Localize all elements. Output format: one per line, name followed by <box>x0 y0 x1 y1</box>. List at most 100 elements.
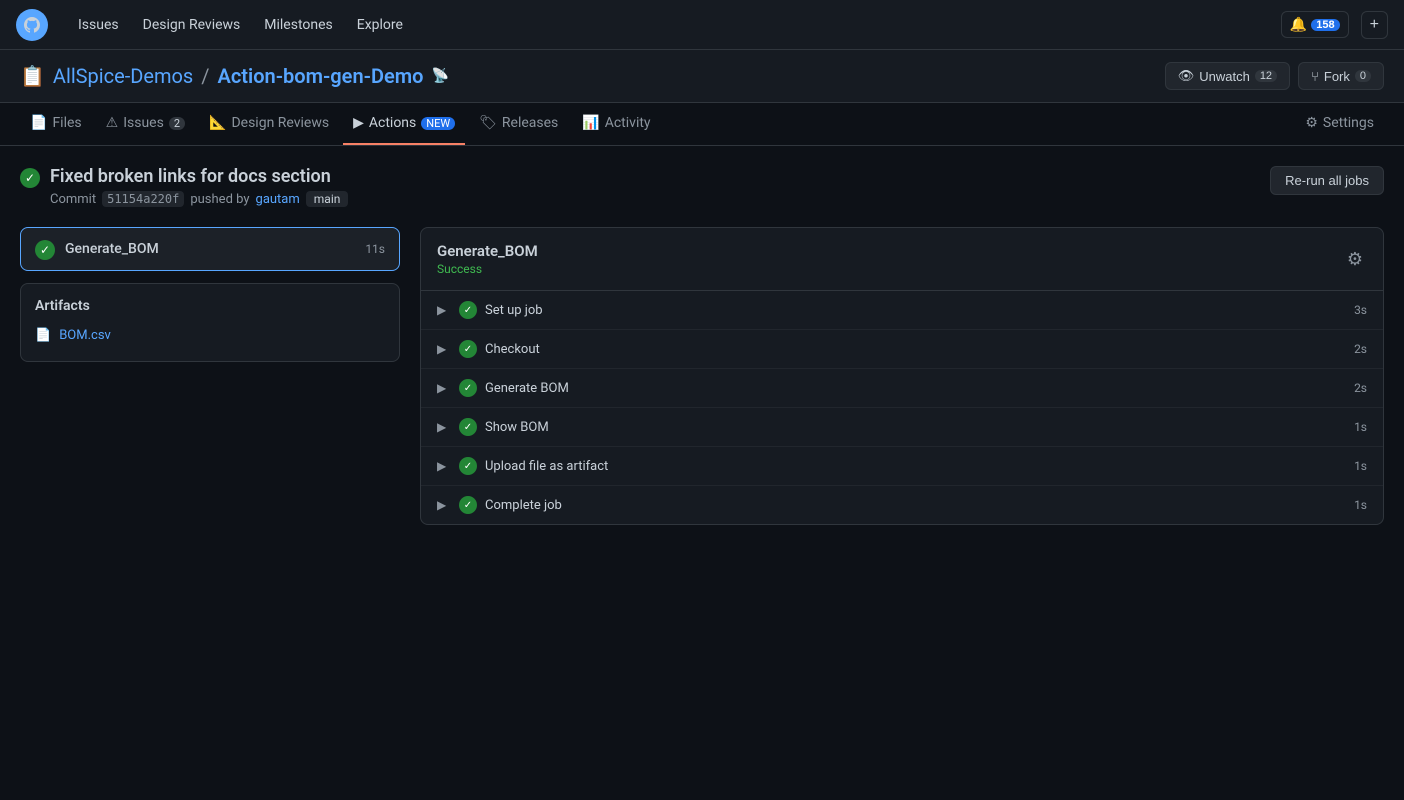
unwatch-button[interactable]: 👁 Unwatch 12 <box>1165 62 1290 90</box>
repo-owner-link[interactable]: AllSpice-Demos <box>53 64 193 88</box>
commit-label: Commit <box>50 192 96 207</box>
step-name-show-bom: Show BOM <box>485 420 1346 435</box>
panel-settings-button[interactable]: ⚙ <box>1343 245 1367 274</box>
repo-header: 📋 AllSpice-Demos / Action-bom-gen-Demo 📡… <box>0 50 1404 103</box>
workflow-title: Fixed broken links for docs section <box>50 166 348 187</box>
bell-icon: 🔔 <box>1290 16 1307 33</box>
step-chevron-icon: ▶ <box>437 459 451 473</box>
tab-activity-label: Activity <box>605 115 651 131</box>
step-row-set-up-job[interactable]: ▶ ✓ Set up job 3s <box>421 291 1383 330</box>
job-name: Generate_BOM <box>65 241 355 257</box>
new-item-button[interactable]: + <box>1361 11 1388 39</box>
author-link[interactable]: gautam <box>256 192 300 207</box>
step-duration-upload-file: 1s <box>1354 459 1367 473</box>
job-item-generate-bom[interactable]: ✓ Generate_BOM 11s <box>20 227 400 271</box>
tab-issues[interactable]: ⚠ Issues 2 <box>96 103 195 145</box>
workflow-status-icon: ✓ <box>20 168 40 188</box>
nav-milestones[interactable]: Milestones <box>254 11 343 39</box>
job-status-icon: ✓ <box>35 240 55 260</box>
nav-design-reviews[interactable]: Design Reviews <box>133 11 251 39</box>
main-layout: ✓ Generate_BOM 11s Artifacts 📄 BOM.csv G… <box>20 227 1384 525</box>
feed-icon: 📡 <box>431 68 448 84</box>
job-duration: 11s <box>365 242 385 256</box>
step-chevron-icon: ▶ <box>437 498 451 512</box>
workflow-meta: Commit 51154a220f pushed by gautam main <box>50 191 348 207</box>
left-panel: ✓ Generate_BOM 11s Artifacts 📄 BOM.csv <box>20 227 400 525</box>
step-row-generate-bom[interactable]: ▶ ✓ Generate BOM 2s <box>421 369 1383 408</box>
branch-badge: main <box>306 191 349 207</box>
notifications-button[interactable]: 🔔 158 <box>1281 11 1349 38</box>
step-chevron-icon: ▶ <box>437 303 451 317</box>
workflow-title-section: ✓ Fixed broken links for docs section Co… <box>20 166 348 207</box>
step-success-icon: ✓ <box>459 496 477 514</box>
step-duration-show-bom: 1s <box>1354 420 1367 434</box>
tab-releases-label: Releases <box>502 115 558 131</box>
right-panel-subtitle: Success <box>437 262 538 276</box>
top-nav: Issues Design Reviews Milestones Explore… <box>0 0 1404 50</box>
step-success-icon: ✓ <box>459 418 477 436</box>
step-success-icon: ✓ <box>459 340 477 358</box>
nav-explore[interactable]: Explore <box>347 11 413 39</box>
artifacts-title: Artifacts <box>35 298 385 314</box>
settings-icon: ⚙ <box>1305 115 1318 131</box>
fork-button[interactable]: ⑂ Fork 0 <box>1298 62 1384 90</box>
workflow-info: Fixed broken links for docs section Comm… <box>50 166 348 207</box>
right-panel-title-group: Generate_BOM Success <box>437 242 538 276</box>
fork-label: Fork <box>1324 69 1350 84</box>
repo-name-link[interactable]: Action-bom-gen-Demo <box>218 64 424 88</box>
rerun-button[interactable]: Re-run all jobs <box>1270 166 1384 195</box>
repo-icon: 📋 <box>20 64 45 88</box>
artifact-name: BOM.csv <box>59 328 111 343</box>
tab-releases[interactable]: 🏷 Releases <box>469 103 568 145</box>
pushed-by-label: pushed by <box>190 192 249 207</box>
unwatch-label: Unwatch <box>1199 69 1250 84</box>
file-icon: 📄 <box>35 328 51 343</box>
step-name-complete-job: Complete job <box>485 498 1346 513</box>
step-name-upload-file: Upload file as artifact <box>485 459 1346 474</box>
activity-icon: 📊 <box>582 115 599 131</box>
tab-actions[interactable]: ▶ Actions NEW <box>343 103 465 145</box>
nav-issues[interactable]: Issues <box>68 11 129 39</box>
commit-hash: 51154a220f <box>102 191 184 207</box>
fork-icon: ⑂ <box>1311 69 1319 84</box>
releases-icon: 🏷 <box>479 115 497 131</box>
eye-icon: 👁 <box>1178 68 1195 84</box>
repo-title: 📋 AllSpice-Demos / Action-bom-gen-Demo 📡 <box>20 64 449 88</box>
artifact-bom-csv[interactable]: 📄 BOM.csv <box>35 324 385 347</box>
notification-count: 158 <box>1311 19 1339 31</box>
tab-actions-label: Actions <box>369 115 416 131</box>
issues-icon: ⚠ <box>106 115 119 131</box>
step-chevron-icon: ▶ <box>437 342 451 356</box>
title-separator: / <box>201 64 209 88</box>
tab-files-label: Files <box>52 115 81 131</box>
step-duration-complete-job: 1s <box>1354 498 1367 512</box>
right-panel: Generate_BOM Success ⚙ ▶ ✓ Set up job 3s… <box>420 227 1384 525</box>
step-duration-set-up-job: 3s <box>1354 303 1367 317</box>
tab-activity[interactable]: 📊 Activity <box>572 103 660 145</box>
tab-files[interactable]: 📄 Files <box>20 103 92 145</box>
files-icon: 📄 <box>30 115 47 131</box>
step-row-show-bom[interactable]: ▶ ✓ Show BOM 1s <box>421 408 1383 447</box>
right-panel-header: Generate_BOM Success ⚙ <box>421 228 1383 291</box>
tab-design-reviews[interactable]: 📐 Design Reviews <box>199 103 339 145</box>
step-chevron-icon: ▶ <box>437 381 451 395</box>
step-success-icon: ✓ <box>459 379 477 397</box>
step-success-icon: ✓ <box>459 457 477 475</box>
actions-new-badge: NEW <box>421 117 455 130</box>
top-nav-links: Issues Design Reviews Milestones Explore <box>68 11 1261 39</box>
step-row-checkout[interactable]: ▶ ✓ Checkout 2s <box>421 330 1383 369</box>
step-duration-generate-bom: 2s <box>1354 381 1367 395</box>
site-logo[interactable] <box>16 9 48 41</box>
step-duration-checkout: 2s <box>1354 342 1367 356</box>
page-content: ✓ Fixed broken links for docs section Co… <box>0 146 1404 545</box>
artifacts-section: Artifacts 📄 BOM.csv <box>20 283 400 362</box>
repo-tabs: 📄 Files ⚠ Issues 2 📐 Design Reviews ▶ Ac… <box>0 103 1404 146</box>
step-chevron-icon: ▶ <box>437 420 451 434</box>
step-row-complete-job[interactable]: ▶ ✓ Complete job 1s <box>421 486 1383 524</box>
design-reviews-icon: 📐 <box>209 115 226 131</box>
step-row-upload-file[interactable]: ▶ ✓ Upload file as artifact 1s <box>421 447 1383 486</box>
workflow-header: ✓ Fixed broken links for docs section Co… <box>20 166 1384 207</box>
tab-settings[interactable]: ⚙ Settings <box>1295 103 1384 145</box>
step-success-icon: ✓ <box>459 301 477 319</box>
step-name-checkout: Checkout <box>485 342 1346 357</box>
